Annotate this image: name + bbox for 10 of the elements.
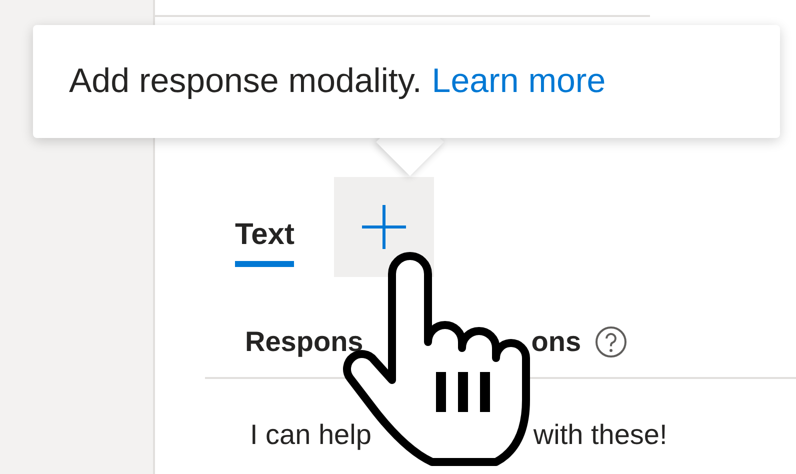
section-title: Respons	[245, 325, 364, 359]
tooltip-text: Add response modality.	[69, 61, 422, 102]
help-icon[interactable]	[595, 326, 628, 358]
response-text: with these!	[533, 418, 668, 452]
tab[interactable]: Text	[235, 204, 294, 267]
learn-more-link[interactable]: Learn more	[432, 56, 606, 107]
section-title: ons	[531, 325, 582, 359]
plus-icon	[361, 204, 408, 250]
response-text: I can help	[250, 418, 372, 452]
add-button[interactable]	[334, 177, 434, 277]
